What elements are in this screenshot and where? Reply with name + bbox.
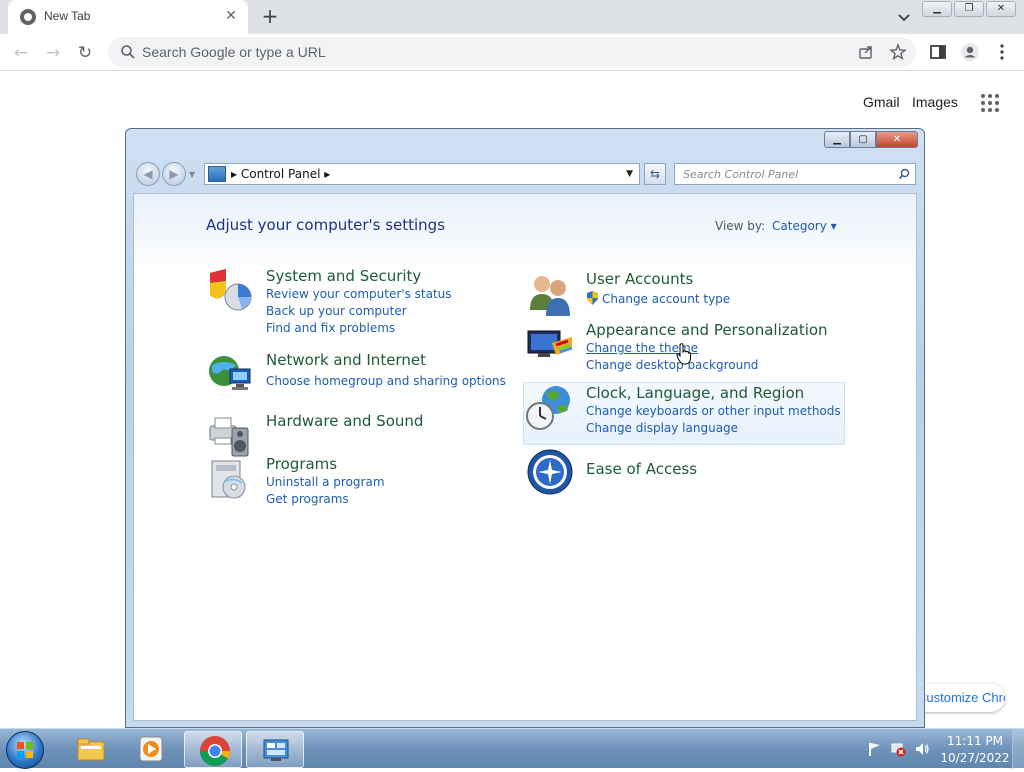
tab-search-chevron-icon[interactable]	[893, 6, 915, 28]
side-panel-icon[interactable]	[928, 42, 948, 62]
monitor-palette-icon	[527, 330, 573, 357]
cp-forward-icon[interactable]: ▶	[162, 162, 186, 186]
bookmark-star-icon[interactable]	[889, 43, 907, 61]
category-link[interactable]: Change account type	[602, 292, 730, 306]
category-link[interactable]: Change display language	[586, 421, 738, 435]
view-by-label: View by:	[715, 219, 766, 233]
share-icon[interactable]	[857, 43, 875, 61]
windows-logo-icon	[17, 742, 33, 758]
restore-button[interactable]: ❐	[954, 1, 984, 17]
window-controls: ▁ ❐ ✕	[922, 1, 1016, 17]
media-player-icon	[139, 736, 163, 762]
action-center-flag-icon[interactable]	[866, 741, 882, 757]
cp-history-dropdown-icon[interactable]: ▼	[189, 170, 195, 179]
network-globe-icon	[209, 356, 251, 390]
taskbar-control-panel[interactable]	[246, 731, 304, 768]
chrome-toolbar: ← → ↻ Search Google or type a URL	[0, 34, 1024, 71]
category-link[interactable]: Choose homegroup and sharing options	[266, 374, 506, 388]
view-by-dropdown[interactable]: Category ▾	[772, 219, 837, 233]
users-icon	[530, 276, 570, 316]
chrome-menu-icon[interactable]	[992, 42, 1012, 62]
back-arrow-icon[interactable]: ←	[8, 40, 34, 66]
control-panel-icon	[263, 739, 289, 761]
taskbar-chrome[interactable]	[184, 731, 242, 768]
category-link[interactable]: Change desktop background	[586, 358, 758, 372]
omnibox[interactable]: Search Google or type a URL	[108, 37, 916, 67]
new-tab-button[interactable]: +	[258, 5, 282, 29]
google-apps-icon[interactable]	[980, 93, 1000, 113]
cp-nav-buttons: ◀ ▶ ▼	[134, 161, 198, 187]
reload-icon[interactable]: ↻	[72, 40, 98, 66]
control-panel-small-icon	[208, 166, 226, 182]
category-title[interactable]: Appearance and Personalization	[586, 321, 828, 339]
category-link[interactable]: Review your computer's status	[266, 287, 452, 301]
gmail-link[interactable]: Gmail	[863, 94, 900, 110]
search-icon	[121, 45, 135, 59]
cp-address-dropdown-icon[interactable]: ▼	[626, 169, 633, 179]
ease-of-access-icon	[527, 449, 573, 495]
clock-globe-icon	[526, 386, 570, 430]
category-title[interactable]: User Accounts	[586, 270, 693, 288]
chrome-tabstrip: New Tab ✕ + ▁ ❐ ✕	[0, 0, 1024, 34]
category-link[interactable]: Get programs	[266, 492, 349, 506]
chrome-favicon-icon	[20, 9, 36, 25]
hand-cursor-icon	[676, 343, 691, 365]
category-title[interactable]: Network and Internet	[266, 351, 426, 369]
start-button[interactable]	[6, 731, 44, 769]
cp-address-bar[interactable]: ▸ Control Panel ▸ ▼	[204, 163, 640, 185]
cp-search-icon[interactable]	[898, 168, 910, 180]
category-title[interactable]: System and Security	[266, 267, 421, 285]
view-by-value[interactable]: Category	[772, 219, 827, 233]
profile-avatar-icon[interactable]	[960, 42, 980, 62]
category-title[interactable]: Ease of Access	[586, 460, 697, 478]
windows-taskbar: 11:11 PM 10/27/2022	[0, 728, 1024, 769]
tab-new-tab[interactable]: New Tab ✕	[8, 0, 248, 34]
cp-maximize-button[interactable]: ▢	[850, 131, 876, 148]
cp-search-field[interactable]: Search Control Panel	[674, 163, 916, 185]
category-title[interactable]: Hardware and Sound	[266, 412, 423, 430]
tab-title: New Tab	[44, 9, 91, 23]
clock-time[interactable]: 11:11 PM	[945, 734, 1005, 748]
taskbar-media-player[interactable]	[122, 731, 180, 768]
cp-breadcrumb[interactable]: ▸ Control Panel ▸	[231, 167, 330, 181]
category-link[interactable]: Uninstall a program	[266, 475, 385, 489]
cp-close-button[interactable]: ✕	[876, 131, 918, 148]
page-title: Adjust your computer's settings	[206, 216, 446, 234]
tab-close-icon[interactable]: ✕	[222, 7, 240, 25]
omnibox-placeholder: Search Google or type a URL	[142, 44, 326, 60]
printer-speaker-icon	[209, 417, 249, 457]
shield-icon	[210, 269, 252, 311]
cp-window-controls: ▁ ▢ ✕	[824, 131, 918, 148]
category-link[interactable]: Find and fix problems	[266, 321, 395, 335]
file-explorer-icon	[77, 738, 105, 761]
category-title[interactable]: Programs	[266, 455, 337, 473]
cp-content-area: Adjust your computer's settings View by:…	[133, 193, 917, 721]
forward-arrow-icon[interactable]: →	[40, 40, 66, 66]
category-title[interactable]: Clock, Language, and Region	[586, 384, 804, 402]
volume-speaker-icon[interactable]	[914, 741, 930, 757]
close-window-button[interactable]: ✕	[986, 1, 1016, 17]
images-link[interactable]: Images	[912, 94, 958, 110]
control-panel-window: ▁ ▢ ✕ ◀ ▶ ▼ ▸ Control Panel ▸ ▼ ⇆ Search…	[125, 128, 925, 728]
minimize-button[interactable]: ▁	[922, 1, 952, 17]
category-link[interactable]: Change keyboards or other input methods	[586, 404, 841, 418]
cp-back-icon[interactable]: ◀	[136, 162, 160, 186]
show-desktop-button[interactable]	[1012, 729, 1024, 769]
clock-date[interactable]: 10/27/2022	[940, 751, 1010, 765]
category-link[interactable]: Back up your computer	[266, 304, 407, 318]
breadcrumb-control-panel[interactable]: Control Panel	[241, 167, 321, 181]
cp-search-placeholder: Search Control Panel	[683, 168, 799, 181]
taskbar-file-explorer[interactable]	[62, 731, 120, 768]
uac-shield-icon	[587, 291, 598, 305]
cp-refresh-icon[interactable]: ⇆	[644, 163, 666, 185]
chrome-icon	[200, 736, 231, 767]
cp-minimize-button[interactable]: ▁	[824, 131, 850, 148]
programs-icon	[211, 460, 246, 499]
network-error-icon[interactable]	[890, 741, 906, 757]
